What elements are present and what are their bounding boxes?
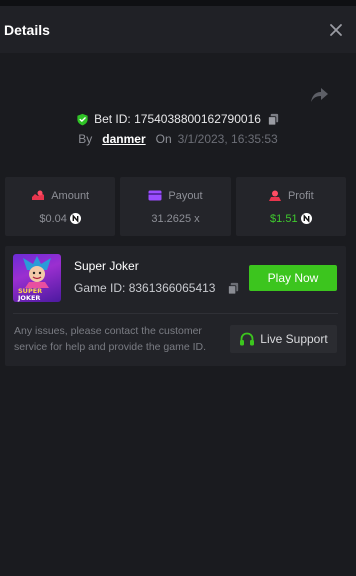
stat-amount-label: Amount xyxy=(51,189,90,202)
card-icon xyxy=(148,190,162,201)
close-icon[interactable] xyxy=(328,22,344,38)
divider xyxy=(13,313,338,314)
stat-profit-value: $1.51 xyxy=(270,212,298,225)
live-support-label: Live Support xyxy=(260,332,328,346)
joker-art: SUPER JOKER xyxy=(17,256,51,302)
game-card: SUPER JOKER Super Joker Game ID: 8361366… xyxy=(5,246,346,366)
stat-profit: Profit $1.51 xyxy=(235,177,346,236)
play-now-button[interactable]: Play Now xyxy=(249,265,337,291)
game-id-label: Game ID: xyxy=(74,281,126,295)
on-label: On xyxy=(155,132,172,146)
currency-coin-icon xyxy=(69,213,81,224)
headset-icon xyxy=(240,332,255,345)
stat-amount-value: $0.04 xyxy=(39,212,67,225)
profit-icon xyxy=(268,190,281,201)
game-id-value: 8361366065413 xyxy=(128,281,216,295)
page-title: Details xyxy=(4,21,50,38)
stat-payout-value: 31.2625 x xyxy=(151,212,200,225)
coins-icon xyxy=(32,190,45,200)
bet-stats: Amount $0.04 Payout 31.2625 x Profit $1.… xyxy=(5,177,346,236)
bet-meta-row: By danmer On 3/1/2023, 16:35:53 xyxy=(0,131,356,147)
thumb-title-2: JOKER xyxy=(17,294,40,302)
currency-coin-icon xyxy=(300,213,312,224)
stat-payout: Payout 31.2625 x xyxy=(120,177,231,236)
bet-id-label: Bet ID: xyxy=(94,112,131,126)
game-name[interactable]: Super Joker xyxy=(74,259,139,273)
live-support-button[interactable]: Live Support xyxy=(230,325,337,353)
copy-icon[interactable] xyxy=(227,282,240,295)
share-icon[interactable] xyxy=(310,86,330,104)
bet-id-row: Bet ID: 1754038800162790016 xyxy=(0,110,356,128)
support-notice: Any issues, please contact the customer … xyxy=(14,325,207,353)
stat-profit-label: Profit xyxy=(287,189,314,202)
bet-id-value: 1754038800162790016 xyxy=(134,112,261,126)
copy-icon[interactable] xyxy=(267,113,280,126)
game-thumbnail[interactable]: SUPER JOKER xyxy=(13,254,61,302)
stat-payout-label: Payout xyxy=(168,189,203,202)
details-header: Details xyxy=(0,6,356,53)
by-label: By xyxy=(78,132,93,146)
username-link[interactable]: danmer xyxy=(102,132,145,146)
bet-datetime: 3/1/2023, 16:35:53 xyxy=(177,132,278,146)
stat-amount: Amount $0.04 xyxy=(5,177,116,236)
game-id-row: Game ID: 8361366065413 xyxy=(74,281,215,295)
shield-check-icon xyxy=(77,113,88,125)
